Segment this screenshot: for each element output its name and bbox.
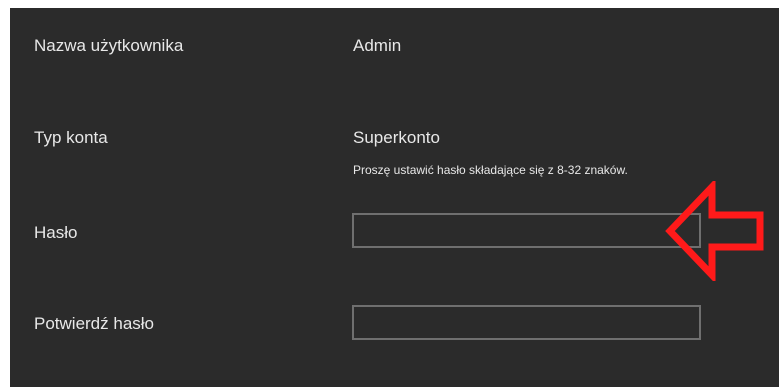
account-type-label: Typ konta xyxy=(34,128,108,147)
account-type-value: Superkonto xyxy=(353,128,440,147)
arrow-outline xyxy=(665,181,764,281)
confirm-password-label: Potwierdź hasło xyxy=(34,314,155,333)
username-label: Nazwa użytkownika xyxy=(34,36,184,55)
username-value: Admin xyxy=(353,36,402,55)
red-arrow-left-icon xyxy=(665,181,764,281)
password-hint: Proszę ustawić hasło składające się z 8-… xyxy=(353,163,628,177)
password-input[interactable] xyxy=(352,213,701,248)
password-label: Hasło xyxy=(34,223,78,242)
confirm-password-input[interactable] xyxy=(352,305,701,340)
